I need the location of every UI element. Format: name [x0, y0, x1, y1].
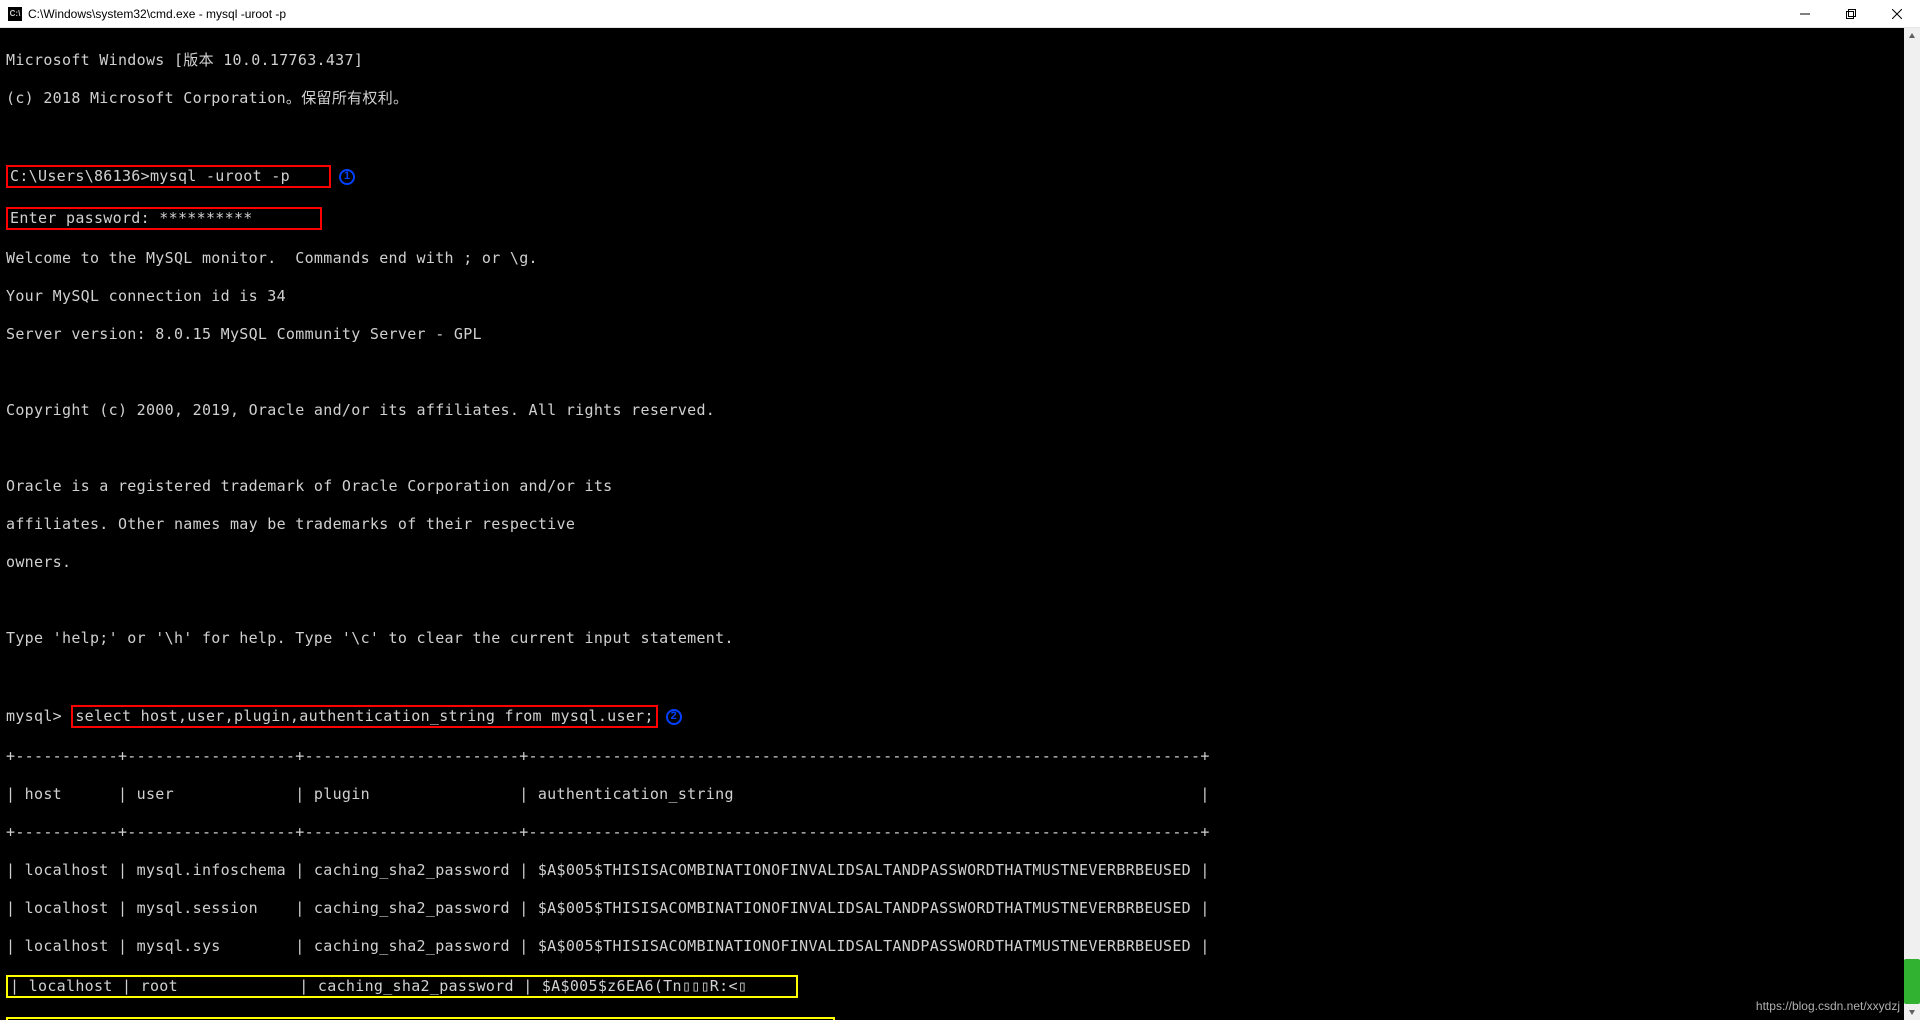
- command-1: mysql -uroot -p: [150, 167, 290, 185]
- scroll-thumb[interactable]: [1904, 959, 1920, 1004]
- window-title: C:\Windows\system32\cmd.exe - mysql -uro…: [28, 7, 286, 21]
- maximize-button[interactable]: [1828, 0, 1874, 27]
- prompt-path: C:\Users\86136>: [10, 167, 150, 185]
- mysql-prompt-1: mysql>: [6, 707, 71, 725]
- oracle-2: affiliates. Other names may be trademark…: [6, 515, 1914, 534]
- table-row-3: | localhost | mysql.sys | caching_sha2_p…: [6, 937, 1914, 956]
- welcome-1: Welcome to the MySQL monitor. Commands e…: [6, 249, 1914, 268]
- highlight-cmd-2: select host,user,plugin,authentication_s…: [71, 705, 658, 728]
- maximize-icon: [1846, 9, 1856, 19]
- terminal-content: Microsoft Windows [版本 10.0.17763.437] (c…: [0, 28, 1920, 1020]
- annotation-1: 1: [339, 169, 355, 185]
- chevron-up-icon: [1908, 32, 1916, 40]
- table-row-1: | localhost | mysql.infoschema | caching…: [6, 861, 1914, 880]
- scrollbar[interactable]: [1904, 28, 1920, 1020]
- cmd-icon: C:\: [8, 7, 22, 21]
- header-line-2: (c) 2018 Microsoft Corporation。保留所有权利。: [6, 89, 1914, 108]
- command-2: select host,user,plugin,authentication_s…: [75, 707, 654, 725]
- titlebar[interactable]: C:\ C:\Windows\system32\cmd.exe - mysql …: [0, 0, 1920, 28]
- watermark: https://blog.csdn.net/xxydzj: [1756, 997, 1900, 1016]
- table-row-2: | localhost | mysql.session | caching_sh…: [6, 899, 1914, 918]
- password-mask: **********: [159, 209, 252, 227]
- close-icon: [1892, 9, 1902, 19]
- oracle-3: owners.: [6, 553, 1914, 572]
- highlight-row-4: | localhost | root | caching_sha2_passwo…: [6, 975, 798, 998]
- highlight-password: Enter password: **********: [6, 207, 322, 230]
- table-border-mid: +-----------+------------------+--------…: [6, 823, 1914, 842]
- help-line: Type 'help;' or '\h' for help. Type '\c'…: [6, 629, 1914, 648]
- highlight-cmd-1: C:\Users\86136>mysql -uroot -p: [6, 165, 331, 188]
- close-button[interactable]: [1874, 0, 1920, 27]
- titlebar-controls: [1782, 0, 1920, 27]
- titlebar-left: C:\ C:\Windows\system32\cmd.exe - mysql …: [8, 7, 286, 21]
- oracle-1: Oracle is a registered trademark of Orac…: [6, 477, 1914, 496]
- minimize-button[interactable]: [1782, 0, 1828, 27]
- table-border-top: +-----------+------------------+--------…: [6, 747, 1914, 766]
- header-line-1: Microsoft Windows [版本 10.0.17763.437]: [6, 51, 1914, 70]
- table-row-4a: | localhost | root | caching_sha2_passwo…: [10, 977, 747, 995]
- scroll-down-button[interactable]: [1904, 1004, 1920, 1020]
- password-prompt: Enter password:: [10, 209, 159, 227]
- welcome-2: Your MySQL connection id is 34: [6, 287, 1914, 306]
- terminal-area[interactable]: Microsoft Windows [版本 10.0.17763.437] (c…: [0, 28, 1920, 1020]
- cmd-window: C:\ C:\Windows\system32\cmd.exe - mysql …: [0, 0, 1920, 1020]
- table-header: | host | user | plugin | authentication_…: [6, 785, 1914, 804]
- minimize-icon: [1800, 9, 1810, 19]
- annotation-2: 2: [666, 709, 682, 725]
- copyright: Copyright (c) 2000, 2019, Oracle and/or …: [6, 401, 1914, 420]
- chevron-down-icon: [1908, 1008, 1916, 1016]
- scroll-up-button[interactable]: [1904, 28, 1920, 44]
- scroll-track[interactable]: [1904, 44, 1920, 1004]
- welcome-3: Server version: 8.0.15 MySQL Community S…: [6, 325, 1914, 344]
